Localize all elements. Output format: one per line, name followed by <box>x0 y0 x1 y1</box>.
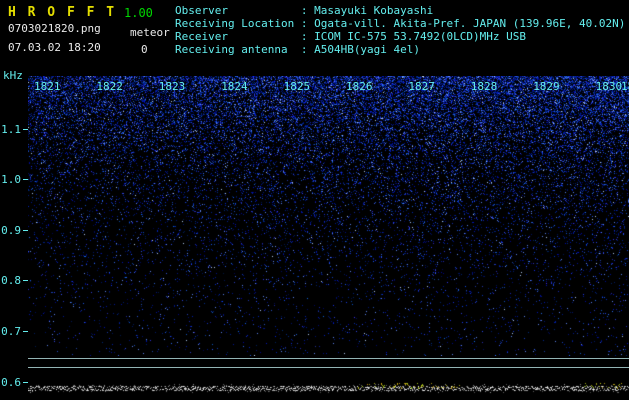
freq-tick-0.9: 0.9 <box>0 223 28 237</box>
info-row: Receiving antenna: A504HB(yagi 4el) <box>175 43 625 56</box>
info-value: Masayuki Kobayashi <box>314 4 434 17</box>
freq-tick-label: 1.1 <box>1 122 21 136</box>
khz-unit-label: kHz <box>3 69 23 82</box>
info-label: Observer <box>175 4 228 17</box>
info-separator: : <box>300 30 315 43</box>
info-separator: : <box>300 4 315 17</box>
reference-line-upper <box>28 358 629 359</box>
info-label: Receiver <box>175 30 228 43</box>
freq-tick-0.6: 0.6 <box>0 375 28 389</box>
info-row: Receiving Location: Ogata-vill. Akita-Pr… <box>175 17 625 30</box>
freq-tick-0.8: 0.8 <box>0 274 28 288</box>
app-title: H R O F F T <box>8 5 117 20</box>
activity-strip-canvas <box>28 376 629 398</box>
hrofft-screen: H R O F F T 1.00 0703021820.png meteor 0… <box>0 0 629 400</box>
freq-tick-label: 0.9 <box>1 223 21 237</box>
info-block: Observer: Masayuki Kobayashi Receiving Lo… <box>175 4 625 56</box>
freq-tick-1.0: 1.0 <box>0 173 28 187</box>
freq-tick-label: 0.8 <box>1 274 21 288</box>
reference-line-lower <box>28 367 629 368</box>
spectrogram-canvas <box>28 76 629 356</box>
freq-tick-label: 0.6 <box>1 375 21 389</box>
info-value: A504HB(yagi 4el) <box>314 43 421 56</box>
output-filename: 0703021820.png <box>8 22 101 35</box>
echo-count: 0 <box>141 43 148 56</box>
mode-label: meteor <box>130 26 170 39</box>
freq-tick-1.1: 1.1 <box>0 122 28 136</box>
info-value: Ogata-vill. Akita-Pref. JAPAN (139.96E, … <box>314 17 626 30</box>
info-row: Receiver: ICOM IC-575 53.7492(0LCD)MHz U… <box>175 30 625 43</box>
freq-tick-label: 0.7 <box>1 324 21 338</box>
header: H R O F F T 1.00 0703021820.png meteor 0… <box>0 0 629 72</box>
freq-tick-label: 1.0 <box>1 173 21 187</box>
app-version: 1.00 <box>124 6 153 20</box>
timestamp: 07.03.02 18:20 <box>8 41 101 54</box>
info-separator: : <box>300 17 315 30</box>
freq-tick-0.7: 0.7 <box>0 324 28 338</box>
info-separator: : <box>300 43 315 56</box>
info-label: Receiving Location <box>175 17 295 30</box>
info-label: Receiving antenna <box>175 43 288 56</box>
info-value: ICOM IC-575 53.7492(0LCD)MHz USB <box>314 30 526 43</box>
info-row: Observer: Masayuki Kobayashi <box>175 4 625 17</box>
